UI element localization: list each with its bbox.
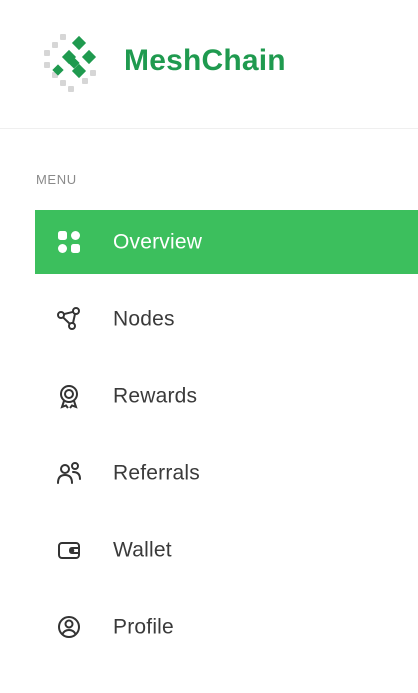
sidebar-nav: Overview Nodes Rewards Referrals Wallet … <box>35 210 418 672</box>
grid-icon <box>55 228 83 256</box>
sidebar-item-profile[interactable]: Profile <box>35 595 418 659</box>
meshchain-logo[interactable] <box>38 28 108 98</box>
nodes-icon <box>55 305 83 333</box>
sidebar-item-nodes[interactable]: Nodes <box>35 287 418 351</box>
referrals-icon <box>55 459 83 487</box>
profile-icon <box>55 613 83 641</box>
wallet-icon <box>55 536 83 564</box>
sidebar-item-overview[interactable]: Overview <box>35 210 418 274</box>
sidebar-item-label: Rewards <box>113 384 198 408</box>
brand-name: MeshChain <box>124 44 286 77</box>
sidebar-header: MeshChain <box>0 0 418 129</box>
sidebar-item-referrals[interactable]: Referrals <box>35 441 418 505</box>
sidebar-item-label: Wallet <box>113 538 172 562</box>
sidebar-item-wallet[interactable]: Wallet <box>35 518 418 582</box>
sidebar-item-label: Referrals <box>113 461 200 485</box>
sidebar-item-label: Overview <box>113 230 203 254</box>
sidebar-item-label: Profile <box>113 615 174 639</box>
rewards-icon <box>55 382 83 410</box>
sidebar-item-label: Nodes <box>113 307 175 331</box>
sidebar-item-rewards[interactable]: Rewards <box>35 364 418 428</box>
logo-mark-icon <box>44 34 97 92</box>
menu-section-label: MENU <box>36 172 77 187</box>
